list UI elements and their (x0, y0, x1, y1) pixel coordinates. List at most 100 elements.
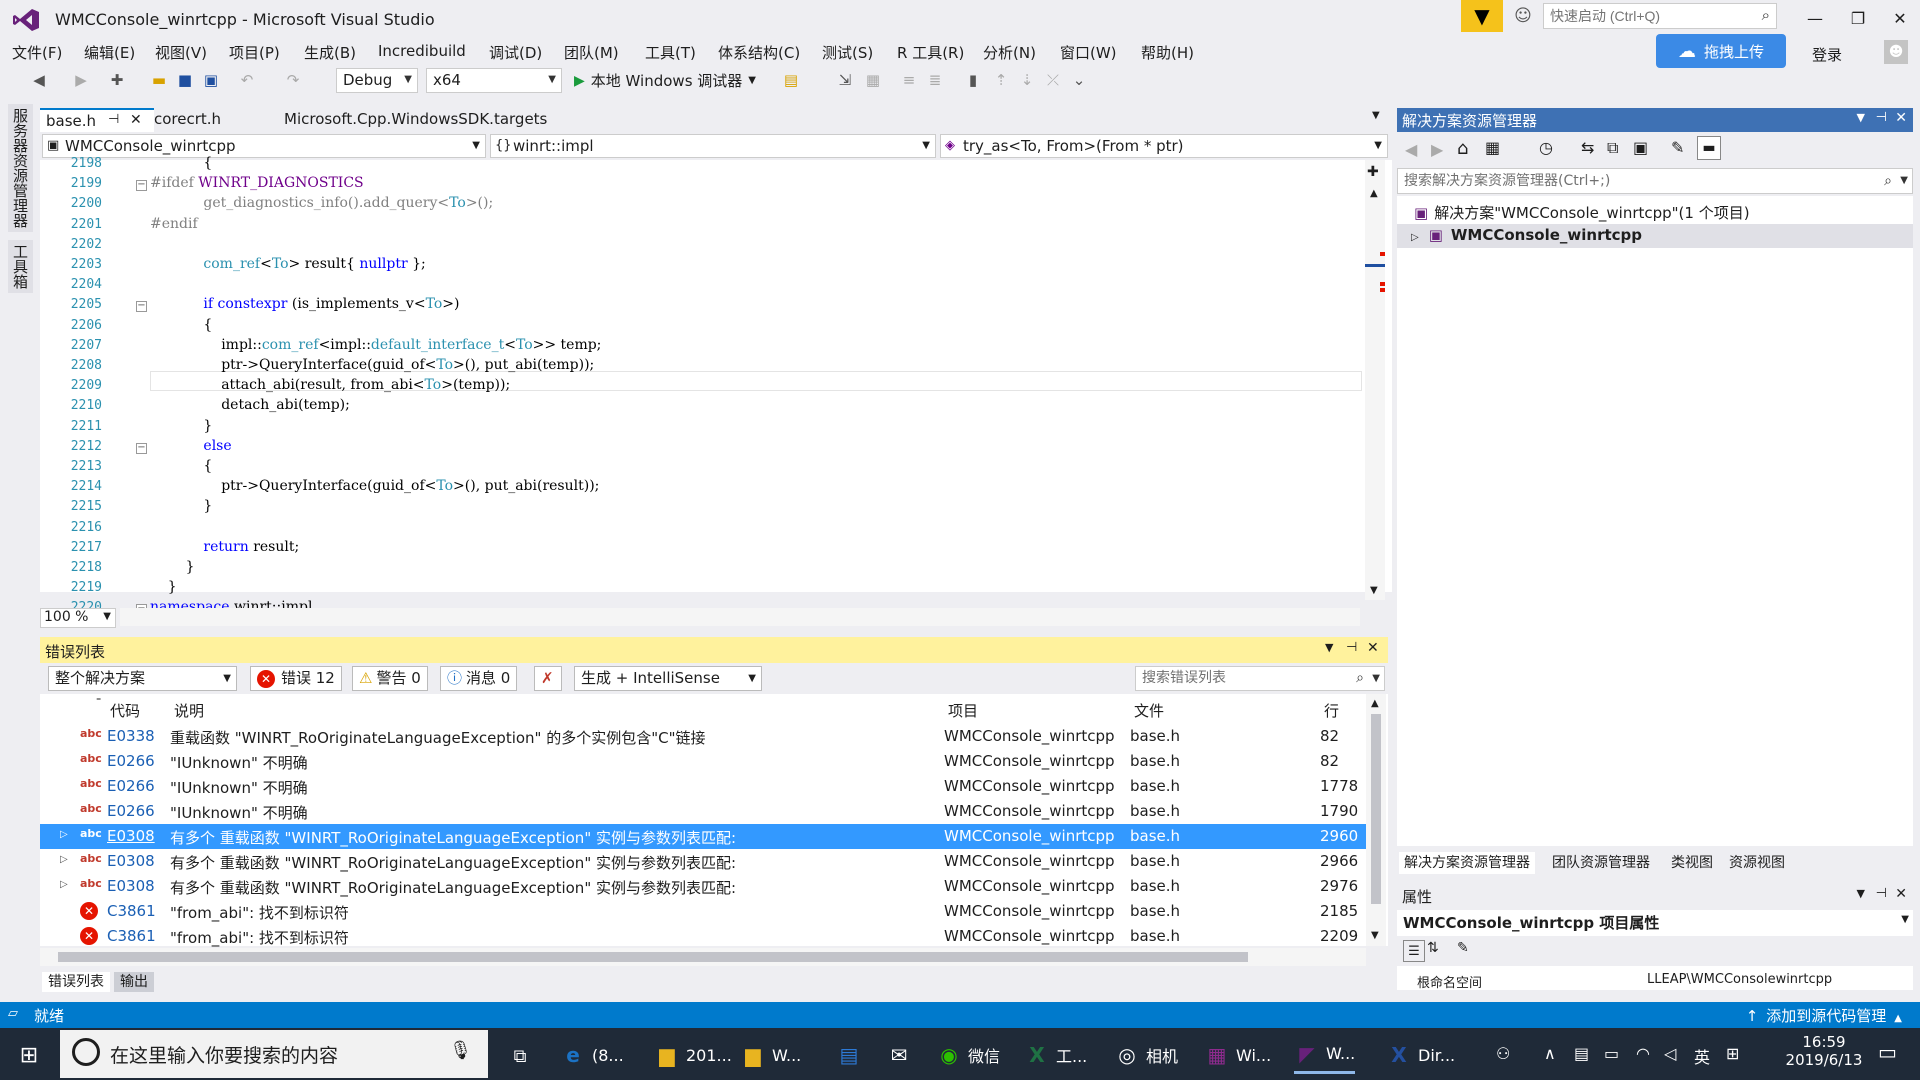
table-row[interactable]: abc E0266 "IUnknown" 不明确 WMCConsole_winrtcp… (40, 774, 1366, 799)
zoom-select[interactable]: 100 % ▼ (40, 608, 116, 628)
column-header-desc[interactable]: 说明 (174, 700, 204, 721)
clear-bookmarks-icon[interactable]: ⤫ (1042, 69, 1064, 91)
code-line[interactable]: ptr->QueryInterface(guid_of<To>(), put_a… (150, 357, 594, 373)
window-menu-icon[interactable]: ▼ (1857, 887, 1865, 900)
column-header-code[interactable]: 代码 (110, 700, 140, 721)
menu-item[interactable]: 编辑(E) (84, 42, 135, 63)
menu-item[interactable]: 帮助(H) (1141, 42, 1194, 63)
code-line[interactable]: get_diagnostics_info().add_query<To>(); (150, 195, 493, 211)
solution-search-box[interactable]: 搜索解决方案资源管理器(Ctrl+;) ⌕ ▼ (1397, 168, 1913, 194)
sort-icon[interactable]: ⁼ (96, 696, 101, 707)
project-nav-select[interactable]: ▣ WMCConsole_winrtcpp ▼ (42, 134, 486, 158)
toolbox-tab[interactable]: 工具箱 (8, 240, 33, 293)
taskbar-app[interactable]: ◎ 相机 (1114, 1036, 1178, 1074)
toggle-breakpoint-icon[interactable]: ▦ (862, 69, 884, 91)
table-row[interactable]: ▷ abc E0308 有多个 重载函数 "WINRT_RoOriginateLang… (40, 874, 1366, 899)
close-button[interactable]: ✕ (1880, 4, 1920, 32)
prev-bookmark-icon[interactable]: ⇡ (990, 69, 1012, 91)
code-line[interactable]: impl::com_ref<impl::default_interface_t<… (150, 337, 601, 353)
close-icon[interactable]: ✕ (1367, 640, 1379, 656)
categorized-icon[interactable]: ☰ (1403, 940, 1425, 962)
editor-vertical-scrollbar[interactable]: ✚ ▲ ▼ (1365, 160, 1385, 600)
tray-overflow-icon[interactable]: ∧ (1544, 1044, 1556, 1063)
pending-changes-icon[interactable]: ◷ (1539, 138, 1553, 157)
menu-item[interactable]: 测试(S) (822, 42, 873, 63)
action-center-icon[interactable]: ▭ (1878, 1040, 1897, 1064)
warnings-filter-button[interactable]: ⚠ 警告 0 (352, 666, 428, 691)
network-drive-icon[interactable]: ▤ (1574, 1044, 1589, 1063)
toolbar-overflow-icon[interactable]: ⌄ (1068, 69, 1090, 91)
property-value[interactable]: LLEAP\WMCConsolewinrtcpp (1647, 972, 1832, 987)
tab-base-h[interactable]: base.h ⊣ ✕ (40, 108, 154, 132)
table-row[interactable]: ▷ abc E0308 有多个 重载函数 "WINRT_RoOriginateLang… (40, 849, 1366, 874)
errors-filter-button[interactable]: ✕ 错误 12 (250, 666, 342, 691)
code-line[interactable]: } (150, 498, 212, 514)
account-icon[interactable]: ☻ (1884, 40, 1908, 64)
pin-icon[interactable]: ⊣ (1876, 110, 1887, 125)
fold-toggle-icon[interactable]: − (136, 180, 147, 192)
table-row[interactable]: abc E0266 "IUnknown" 不明确 WMCConsole_winrtcp… (40, 799, 1366, 824)
task-view-icon[interactable]: ⧉ (505, 1042, 535, 1070)
menu-item[interactable]: 工具(T) (645, 42, 696, 63)
scroll-up-icon[interactable]: ▲ (1371, 698, 1379, 709)
clock[interactable]: 16:59 2019/6/13 (1784, 1033, 1864, 1069)
close-icon[interactable]: ✕ (130, 112, 142, 128)
pin-icon[interactable]: ⊣ (108, 112, 119, 127)
taskbar-app[interactable]: X Dir... (1386, 1036, 1455, 1074)
menu-item[interactable]: 体系结构(C) (718, 42, 800, 63)
code-line[interactable]: return result; (150, 539, 299, 555)
save-all-icon[interactable]: ▣ (200, 69, 222, 91)
expand-icon[interactable]: ▷ (60, 829, 68, 840)
taskbar-app[interactable]: ◉ 微信 (936, 1036, 1000, 1074)
taskbar-app[interactable]: ▤ (836, 1036, 862, 1074)
show-all-files-icon[interactable]: ▣ (1633, 138, 1648, 157)
tab-overflow-icon[interactable]: ▼ (1372, 110, 1380, 121)
taskbar-app[interactable]: ▆ W... (740, 1036, 801, 1074)
menu-item[interactable]: 窗口(W) (1060, 42, 1117, 63)
next-bookmark-icon[interactable]: ⇣ (1016, 69, 1038, 91)
error-scope-select[interactable]: 整个解决方案 ▼ (48, 666, 237, 691)
fold-toggle-icon[interactable]: − (136, 442, 147, 454)
collapse-all-icon[interactable]: ⧉ (1607, 138, 1618, 158)
taskbar-app[interactable]: ◤ W... (1294, 1036, 1356, 1074)
chevron-down-icon[interactable]: ▼ (1901, 914, 1909, 925)
code-line[interactable]: else (150, 438, 231, 454)
battery-icon[interactable]: ▭ (1604, 1044, 1619, 1063)
taskbar-app[interactable]: X 工... (1024, 1036, 1087, 1074)
tab-team-explorer[interactable]: 团队资源管理器 (1547, 852, 1655, 874)
tab-error-list[interactable]: 错误列表 (42, 972, 110, 992)
expand-icon[interactable]: ▷ (60, 854, 68, 865)
taskbar-app[interactable]: ▆ 201... (654, 1036, 732, 1074)
error-code-link[interactable]: E0308 (107, 877, 155, 895)
expand-icon[interactable]: ▷ (1411, 232, 1419, 243)
undo-icon[interactable]: ↶ (236, 69, 258, 91)
uncomment-icon[interactable]: ≣ (924, 69, 946, 91)
table-row[interactable]: ✕ C3861 "from_abi": 找不到标识符 WMCConsole_winrt… (40, 899, 1366, 924)
new-project-icon[interactable]: ✚ (106, 69, 128, 91)
configuration-select[interactable]: Debug ▼ (336, 68, 418, 93)
notification-filter-button[interactable]: ▼ (1461, 0, 1503, 32)
menu-item[interactable]: 生成(B) (304, 42, 356, 63)
column-header-line[interactable]: 行 (1324, 700, 1339, 721)
code-line[interactable]: #ifdef WINRT_DIAGNOSTICS (150, 175, 364, 191)
preview-icon[interactable]: ▬ (1697, 136, 1721, 160)
taskbar-search-box[interactable]: 在这里输入你要搜索的内容 🎙 (60, 1030, 488, 1078)
menu-item[interactable]: 项目(P) (229, 42, 280, 63)
taskbar-app[interactable]: ▦ Wi... (1204, 1036, 1272, 1074)
volume-icon[interactable]: ◁ (1664, 1044, 1676, 1063)
properties-icon[interactable]: ✎ (1671, 138, 1684, 157)
pin-icon[interactable]: ⊣ (1876, 886, 1887, 901)
clear-filter-icon[interactable]: ✗ (534, 666, 562, 691)
scroll-up-icon[interactable]: ▲ (1370, 188, 1378, 199)
fold-toggle-icon[interactable]: − (136, 301, 147, 313)
menu-item[interactable]: 调试(D) (489, 42, 542, 63)
feedback-icon[interactable]: ☺ (1512, 5, 1534, 27)
restore-button[interactable]: ❐ (1838, 4, 1878, 32)
close-icon[interactable]: ✕ (1895, 110, 1907, 126)
table-row[interactable]: ▷ abc E0308 有多个 重载函数 "WINRT_RoOriginateLang… (40, 824, 1366, 849)
close-icon[interactable]: ✕ (1895, 886, 1907, 902)
step-icon[interactable]: ⇲ (834, 69, 856, 91)
code-line[interactable]: attach_abi(result, from_abi<To>(temp)); (150, 377, 510, 393)
error-code-link[interactable]: E0266 (107, 752, 155, 770)
window-menu-icon[interactable]: ▼ (1325, 641, 1333, 654)
